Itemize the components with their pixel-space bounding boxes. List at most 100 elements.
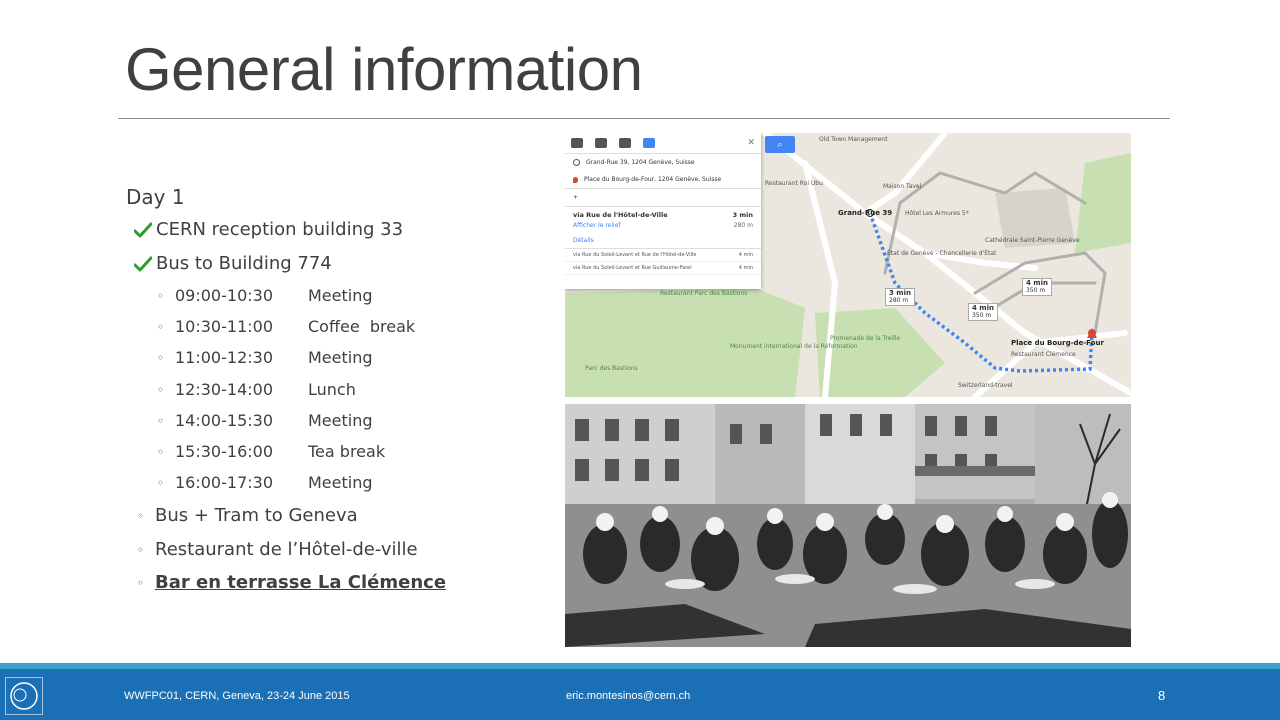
alt-route-name: via Rue du Soleil-Levant et Rue de l'Hôt… bbox=[573, 252, 697, 258]
slide-title: General information bbox=[125, 36, 643, 103]
destination-text: Place du Bourg-de-Four, 1204 Genève, Sui… bbox=[584, 176, 722, 183]
map-label-origin: Grand-Rue 39 bbox=[838, 209, 893, 217]
bullet-icon: ◦ bbox=[157, 475, 165, 490]
alt-route-time: 4 min bbox=[738, 252, 753, 258]
list-item: ◦ Bus + Tram to Geneva bbox=[137, 505, 358, 526]
schedule-row: ◦ 14:00-15:30 Meeting bbox=[157, 411, 373, 430]
directions-panel: ✕ Grand-Rue 39, 1204 Genève, Suisse Plac… bbox=[565, 133, 761, 289]
walk-time-box: 4 min 350 m bbox=[1022, 278, 1052, 296]
schedule-row: ◦ 10:30-11:00 Coffee break bbox=[157, 317, 415, 336]
schedule-row: ◦ 15:30-16:00 Tea break bbox=[157, 442, 385, 461]
bullet-icon: ◦ bbox=[157, 350, 165, 365]
map-label: Restaurant Clémence bbox=[1011, 351, 1076, 358]
cern-logo-graphic bbox=[10, 682, 38, 710]
map-label: Restaurant Roi Ubu bbox=[765, 180, 823, 187]
list-item-label: Bus + Tram to Geneva bbox=[155, 505, 358, 526]
schedule-activity: Meeting bbox=[308, 411, 373, 430]
schedule-time: 09:00-10:30 bbox=[175, 286, 273, 305]
schedule-row: ◦ 09:00-10:30 Meeting bbox=[157, 286, 373, 305]
destination-pin-icon bbox=[573, 176, 578, 183]
map-label: État de Genève - Chancellerie d'État bbox=[887, 250, 997, 257]
bullet-icon: ◦ bbox=[137, 575, 145, 590]
bullet-icon: ◦ bbox=[157, 288, 165, 303]
map-label: Parc des Bastions bbox=[585, 365, 638, 372]
relief-link[interactable]: Afficher le relief bbox=[573, 222, 621, 229]
terrace-photo-image bbox=[565, 404, 1131, 647]
origin-text: Grand-Rue 39, 1204 Genève, Suisse bbox=[586, 159, 695, 166]
schedule-time: 16:00-17:30 bbox=[175, 473, 273, 492]
directions-icon[interactable] bbox=[571, 138, 583, 148]
walk-time: 4 min bbox=[972, 304, 994, 312]
route-map[interactable]: Grand-Rue 39 Place du Bourg-de-Four Old … bbox=[565, 133, 1131, 397]
schedule-row: ◦ 16:00-17:30 Meeting bbox=[157, 473, 373, 492]
list-item-label: Restaurant de l’Hôtel-de-ville bbox=[155, 539, 418, 560]
schedule-activity: Tea break bbox=[308, 442, 386, 461]
bullet-icon: ◦ bbox=[157, 382, 165, 397]
bullet-icon: ◦ bbox=[137, 542, 145, 557]
walk-time-box: 4 min 350 m bbox=[968, 303, 998, 321]
title-divider bbox=[118, 118, 1170, 119]
bar-clemence-link[interactable]: Bar en terrasse La Clémence bbox=[155, 572, 446, 593]
search-icon: ⌕ bbox=[777, 139, 783, 150]
checked-item-label: Bus to Building 774 bbox=[156, 253, 332, 274]
day-label: Day 1 bbox=[126, 185, 185, 209]
map-label: Monument international de la Réformation bbox=[730, 343, 858, 350]
map-label: Old Town Management bbox=[819, 136, 888, 143]
checkmark-icon bbox=[134, 222, 152, 237]
walk-time-box: 3 min 280 m bbox=[885, 288, 915, 306]
travel-mode-bar: ✕ bbox=[565, 133, 761, 154]
bullet-icon: ◦ bbox=[137, 508, 145, 523]
checked-item: CERN reception building 33 bbox=[134, 219, 403, 240]
add-stop-row[interactable]: + bbox=[565, 188, 761, 206]
bullet-icon: ◦ bbox=[157, 319, 165, 334]
route-name: via Rue de l'Hôtel-de-Ville bbox=[573, 211, 668, 219]
schedule-activity: Meeting bbox=[308, 286, 373, 305]
footer: WWFPC01, CERN, Geneva, 23-24 June 2015 e… bbox=[0, 669, 1280, 720]
map-label: Hôtel Les Armures 5* bbox=[905, 210, 969, 217]
route-distance: 280 m bbox=[733, 222, 753, 229]
details-link[interactable]: Détails bbox=[573, 237, 753, 244]
search-button[interactable]: ⌕ bbox=[765, 136, 795, 153]
map-label: Promenade de la Treille bbox=[830, 335, 901, 342]
plus-icon: + bbox=[573, 194, 579, 201]
map-label: Maison Tavel bbox=[883, 183, 922, 190]
schedule-time: 14:00-15:30 bbox=[175, 411, 273, 430]
transit-icon[interactable] bbox=[619, 138, 631, 148]
schedule-row: ◦ 12:30-14:00 Lunch bbox=[157, 380, 356, 399]
walk-dist: 350 m bbox=[972, 312, 992, 319]
schedule-time: 11:00-12:30 bbox=[175, 348, 273, 367]
terrace-photo bbox=[565, 404, 1131, 647]
alt-route-name: via Rue du Soleil-Levant et Rue Guillaum… bbox=[573, 265, 692, 271]
route-time: 3 min bbox=[732, 211, 753, 219]
schedule-activity: Lunch bbox=[308, 380, 356, 399]
list-item: ◦ Bar en terrasse La Clémence bbox=[137, 572, 446, 593]
bullet-icon: ◦ bbox=[157, 413, 165, 428]
checkmark-icon bbox=[134, 256, 152, 271]
route-option-alt[interactable]: via Rue du Soleil-Levant et Rue Guillaum… bbox=[565, 262, 761, 275]
schedule-activity: Meeting bbox=[308, 473, 373, 492]
car-icon[interactable] bbox=[595, 138, 607, 148]
walking-icon[interactable] bbox=[643, 138, 655, 148]
alt-route-time: 4 min bbox=[738, 265, 753, 271]
schedule-time: 10:30-11:00 bbox=[175, 317, 273, 336]
walk-dist: 280 m bbox=[889, 297, 909, 304]
schedule-row: ◦ 11:00-12:30 Meeting bbox=[157, 348, 373, 367]
destination-field[interactable]: Place du Bourg-de-Four, 1204 Genève, Sui… bbox=[565, 171, 761, 188]
map-label-destination: Place du Bourg-de-Four bbox=[1011, 339, 1104, 347]
origin-field[interactable]: Grand-Rue 39, 1204 Genève, Suisse bbox=[565, 154, 761, 171]
close-icon[interactable]: ✕ bbox=[747, 138, 755, 148]
schedule-time: 12:30-14:00 bbox=[175, 380, 273, 399]
footer-event: WWFPC01, CERN, Geneva, 23-24 June 2015 bbox=[124, 690, 350, 702]
map-label: Switzerland-travel bbox=[958, 382, 1013, 389]
list-item: ◦ Restaurant de l’Hôtel-de-ville bbox=[137, 539, 418, 560]
route-option-alt[interactable]: via Rue du Soleil-Levant et Rue de l'Hôt… bbox=[565, 249, 761, 262]
origin-dot-icon bbox=[573, 159, 580, 166]
walk-dist: 350 m bbox=[1026, 287, 1046, 294]
walk-time: 3 min bbox=[889, 289, 911, 297]
page-number: 8 bbox=[1158, 688, 1166, 703]
schedule-time: 15:30-16:00 bbox=[175, 442, 273, 461]
cern-logo bbox=[5, 677, 43, 715]
schedule-activity: Coffee break bbox=[308, 317, 416, 336]
checked-item-label: CERN reception building 33 bbox=[156, 219, 404, 240]
route-option-main[interactable]: via Rue de l'Hôtel-de-Ville 3 min Affich… bbox=[565, 206, 761, 249]
